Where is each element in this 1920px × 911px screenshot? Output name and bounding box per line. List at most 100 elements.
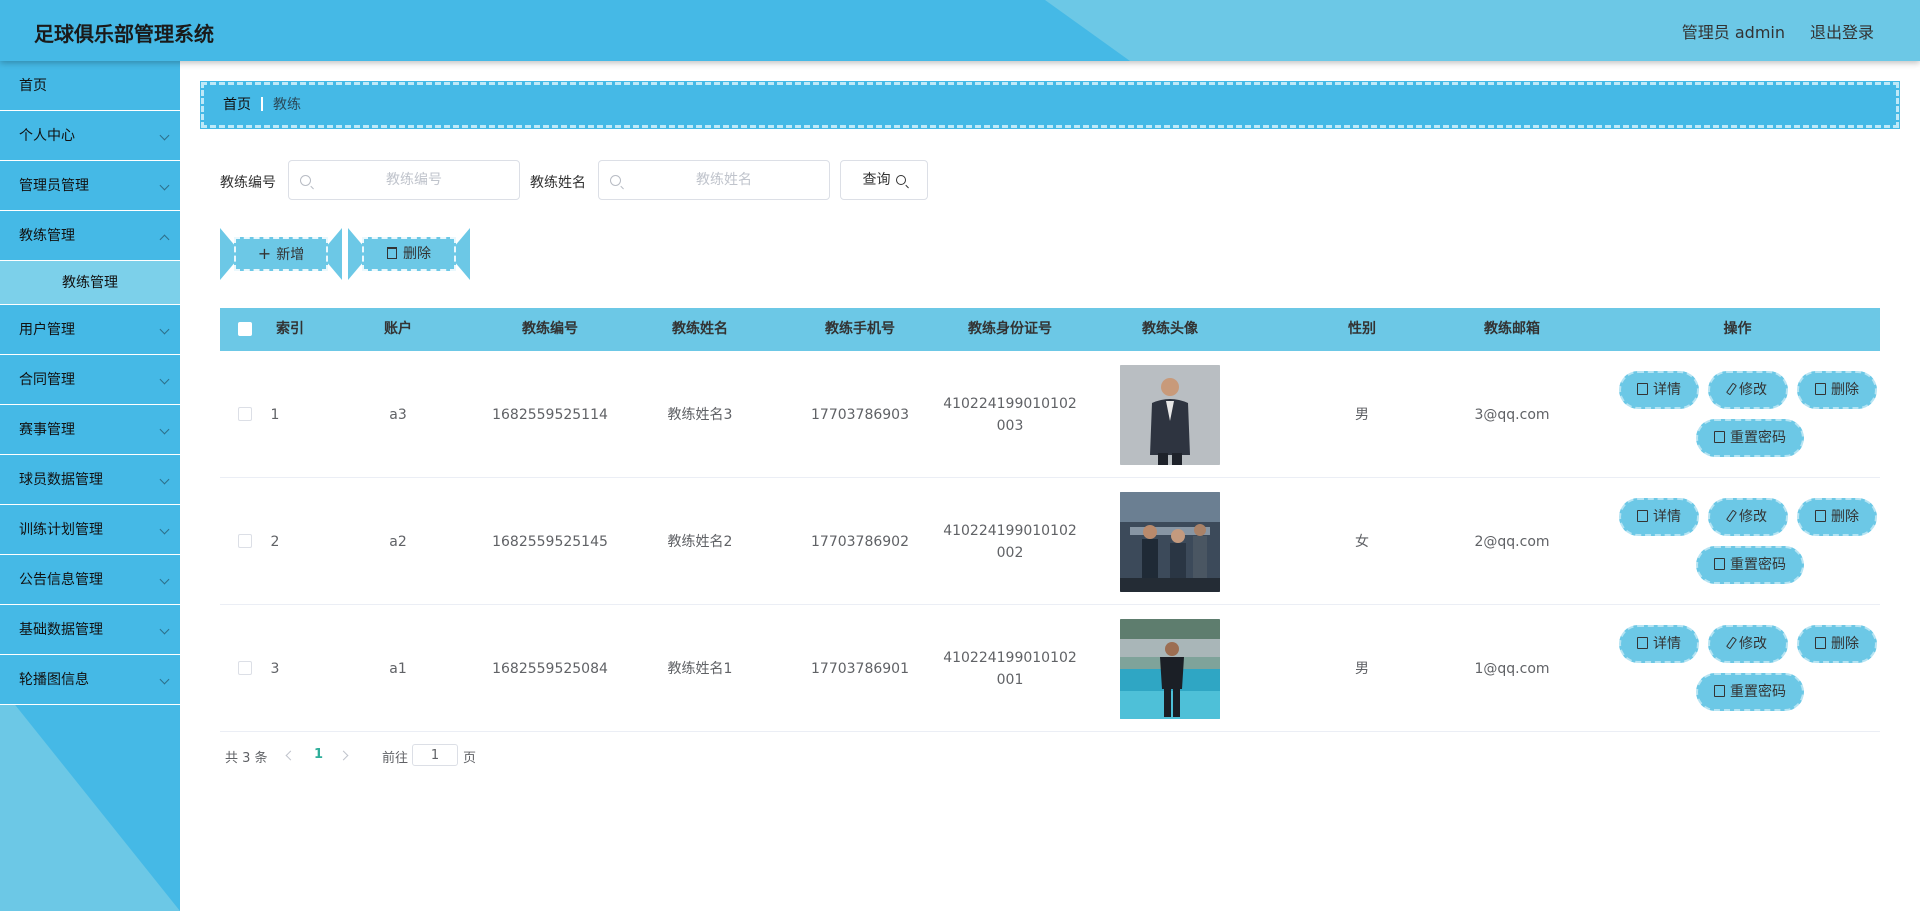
document-icon bbox=[1714, 685, 1725, 697]
coach-avatar[interactable] bbox=[1120, 491, 1220, 592]
edit-button[interactable]: 修改 bbox=[1708, 498, 1788, 536]
document-icon bbox=[1637, 383, 1648, 395]
row-checkbox[interactable] bbox=[238, 534, 252, 548]
page-suffix: 页 bbox=[463, 751, 477, 766]
submenu-item-coach-management[interactable]: 教练管理 bbox=[0, 261, 180, 305]
cell-avatar bbox=[1080, 605, 1260, 732]
id-card-line: 410224199010102 bbox=[943, 522, 1077, 539]
sidebar-item-announcement-management[interactable]: 公告信息管理 bbox=[0, 555, 180, 605]
sidebar-item-basic-data-management[interactable]: 基础数据管理 bbox=[0, 605, 180, 655]
query-button-label: 查询 bbox=[862, 172, 891, 188]
reset-password-button[interactable]: 重置密码 bbox=[1696, 673, 1804, 711]
chevron-down-icon bbox=[159, 524, 170, 535]
cell-email: 1@qq.com bbox=[1474, 660, 1550, 677]
goto-page-input[interactable] bbox=[413, 745, 457, 765]
coach-name-field[interactable] bbox=[598, 160, 830, 200]
sidebar-item-player-data-management[interactable]: 球员数据管理 bbox=[0, 455, 180, 505]
breadcrumb-separator bbox=[261, 97, 263, 111]
search-icon bbox=[300, 175, 311, 186]
batch-delete-button[interactable]: 删除 bbox=[348, 228, 470, 280]
delete-button[interactable]: 删除 bbox=[1797, 625, 1877, 663]
sidebar-item-label: 管理员管理 bbox=[19, 178, 89, 194]
chevron-down-icon bbox=[159, 674, 170, 685]
table-header: 索引 账户 教练编号 教练姓名 教练手机号 教练身份证号 教练头像 性别 教练邮… bbox=[220, 308, 1880, 351]
cell-email: 3@qq.com bbox=[1474, 406, 1550, 423]
sidebar-item-label: 训练计划管理 bbox=[19, 522, 103, 538]
sidebar-item-training-plan-management[interactable]: 训练计划管理 bbox=[0, 505, 180, 555]
sidebar: 首页 个人中心 管理员管理 教练管理 教练管理 用户管理 合同管理 赛事管理 球… bbox=[0, 61, 180, 911]
delete-button[interactable]: 删除 bbox=[1797, 371, 1877, 409]
coach-avatar[interactable] bbox=[1120, 364, 1220, 465]
row-actions: 详情 修改 删除 重置密码 bbox=[1595, 605, 1880, 732]
detail-button[interactable]: 详情 bbox=[1619, 625, 1699, 663]
column-header: 教练手机号 bbox=[825, 321, 895, 337]
row-checkbox[interactable] bbox=[238, 661, 252, 675]
sidebar-item-label: 球员数据管理 bbox=[19, 472, 103, 488]
cell-index: 3 bbox=[270, 660, 280, 677]
prev-page-icon[interactable] bbox=[285, 750, 296, 761]
sidebar-item-carousel-info[interactable]: 轮播图信息 bbox=[0, 655, 180, 705]
reset-password-button[interactable]: 重置密码 bbox=[1696, 419, 1804, 457]
document-icon bbox=[1637, 510, 1648, 522]
id-card-line: 410224199010102 bbox=[943, 649, 1077, 666]
sidebar-item-match-management[interactable]: 赛事管理 bbox=[0, 405, 180, 455]
table-row: 2 a2 1682559525145 教练姓名2 17703786902 410… bbox=[220, 478, 1880, 605]
delete-button[interactable]: 删除 bbox=[1797, 498, 1877, 536]
edit-icon bbox=[1726, 636, 1737, 650]
page-number[interactable]: 1 bbox=[314, 747, 323, 762]
breadcrumb-home[interactable]: 首页 bbox=[223, 97, 251, 113]
sidebar-item-label: 赛事管理 bbox=[19, 422, 75, 438]
cell-avatar bbox=[1080, 351, 1260, 478]
coach-code-field[interactable] bbox=[288, 160, 520, 200]
sidebar-item-label: 首页 bbox=[19, 78, 47, 94]
sidebar-item-coach-management[interactable]: 教练管理 bbox=[0, 211, 180, 261]
row-actions: 详情 修改 删除 重置密码 bbox=[1595, 351, 1880, 478]
cell-phone: 17703786902 bbox=[811, 533, 909, 550]
sidebar-item-admin-management[interactable]: 管理员管理 bbox=[0, 161, 180, 211]
query-button[interactable]: 查询 bbox=[840, 160, 928, 200]
cell-gender: 女 bbox=[1355, 533, 1369, 550]
breadcrumb-current: 教练 bbox=[273, 97, 301, 113]
cell-account: a1 bbox=[389, 660, 407, 677]
coach-code-input[interactable] bbox=[289, 161, 519, 199]
add-button[interactable]: + 新增 bbox=[220, 228, 342, 280]
sidebar-item-label: 轮播图信息 bbox=[19, 672, 89, 688]
id-card-line: 003 bbox=[996, 417, 1024, 434]
next-page-icon[interactable] bbox=[338, 750, 349, 761]
document-icon bbox=[1714, 558, 1725, 570]
sidebar-item-contract-management[interactable]: 合同管理 bbox=[0, 355, 180, 405]
detail-button[interactable]: 详情 bbox=[1619, 371, 1699, 409]
cell-index: 1 bbox=[270, 406, 280, 423]
coach-name-input[interactable] bbox=[599, 161, 829, 199]
sidebar-item-label: 合同管理 bbox=[19, 372, 75, 388]
reset-password-button[interactable]: 重置密码 bbox=[1696, 546, 1804, 584]
row-checkbox[interactable] bbox=[238, 407, 252, 421]
trash-icon bbox=[1815, 510, 1826, 522]
cell-account: a2 bbox=[389, 533, 407, 550]
coach-avatar[interactable] bbox=[1120, 618, 1220, 719]
detail-button[interactable]: 详情 bbox=[1619, 498, 1699, 536]
trash-icon bbox=[1815, 383, 1826, 395]
sidebar-item-label: 基础数据管理 bbox=[19, 622, 103, 638]
column-header: 性别 bbox=[1348, 321, 1376, 337]
sidebar-item-personal-center[interactable]: 个人中心 bbox=[0, 111, 180, 161]
total-count: 共 3 条 bbox=[225, 751, 268, 766]
chevron-down-icon bbox=[159, 324, 170, 335]
sidebar-item-label: 教练管理 bbox=[19, 228, 75, 244]
logout-link[interactable]: 退出登录 bbox=[1810, 19, 1874, 43]
trash-icon bbox=[387, 247, 397, 259]
column-header: 操作 bbox=[1723, 321, 1752, 337]
chevron-down-icon bbox=[159, 130, 170, 141]
sidebar-decoration bbox=[0, 686, 180, 911]
sidebar-item-user-management[interactable]: 用户管理 bbox=[0, 305, 180, 355]
edit-button[interactable]: 修改 bbox=[1708, 371, 1788, 409]
document-icon bbox=[1714, 431, 1725, 443]
chevron-down-icon bbox=[159, 374, 170, 385]
edit-button[interactable]: 修改 bbox=[1708, 625, 1788, 663]
goto-page-field[interactable] bbox=[412, 744, 458, 766]
select-all-checkbox[interactable] bbox=[238, 322, 252, 336]
chevron-down-icon bbox=[159, 474, 170, 485]
breadcrumb: 首页 教练 bbox=[200, 81, 1900, 129]
sidebar-item-home[interactable]: 首页 bbox=[0, 61, 180, 111]
chevron-down-icon bbox=[159, 180, 170, 191]
